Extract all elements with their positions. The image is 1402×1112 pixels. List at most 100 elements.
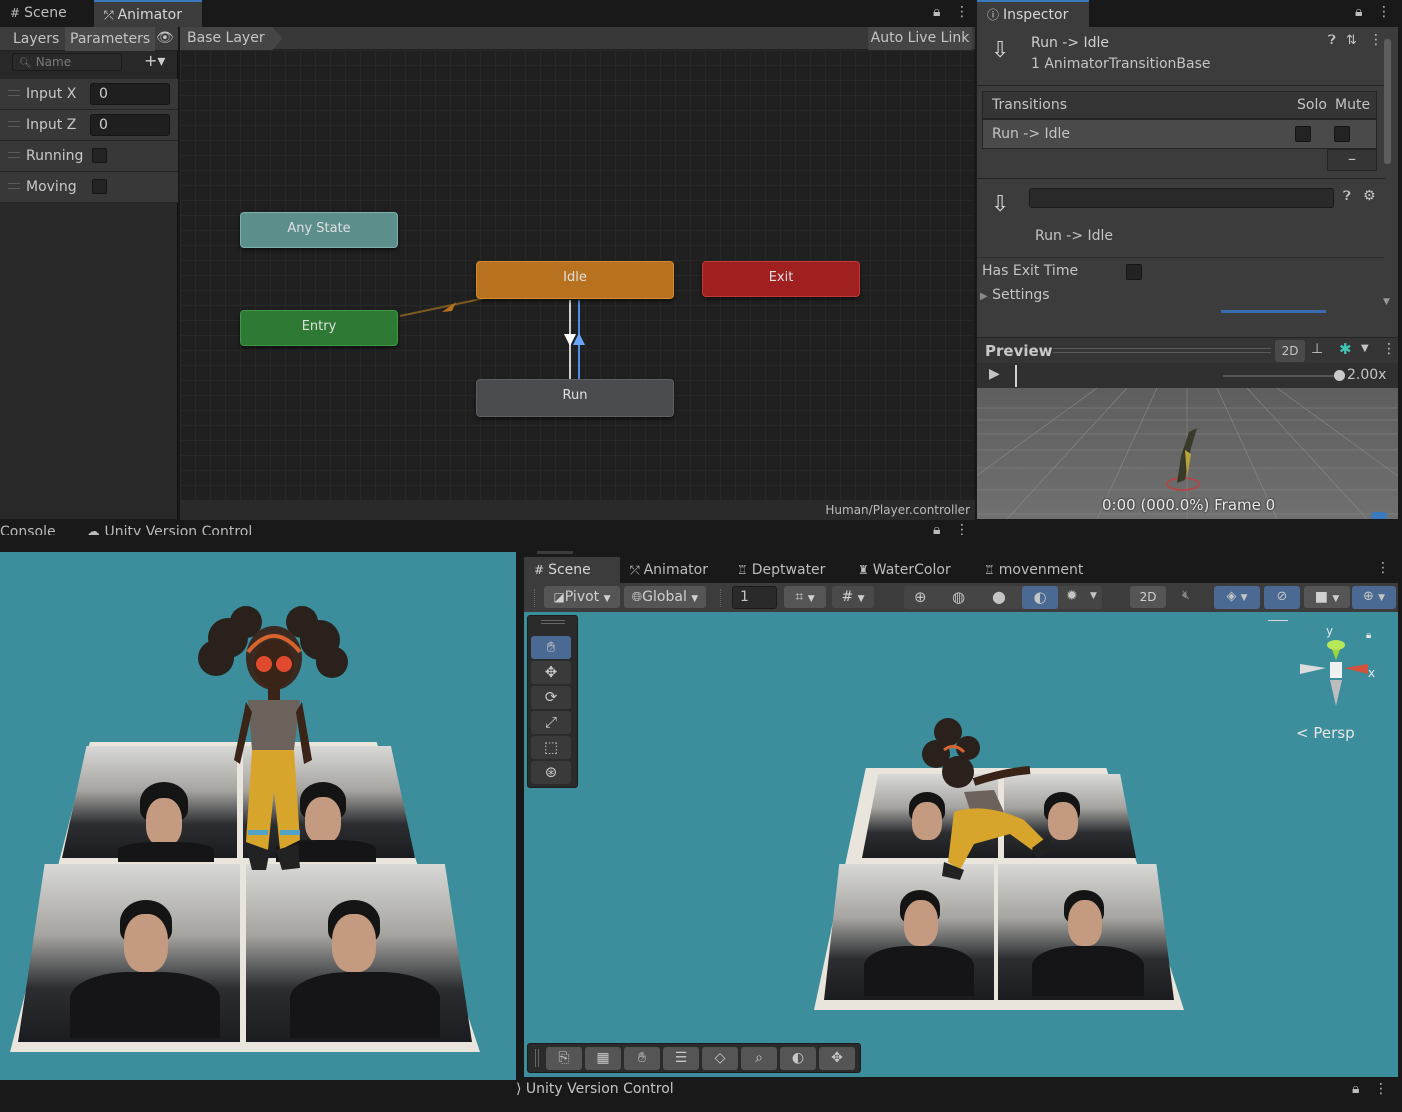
solo-checkbox[interactable] [1295, 126, 1311, 142]
more-menu-icon[interactable]: ⋮ [1377, 4, 1391, 20]
split-divider[interactable] [516, 546, 524, 1082]
chevron-down-icon[interactable]: ▼ [1361, 343, 1369, 354]
2d-toggle-button[interactable]: 2D [1130, 586, 1166, 608]
parameter-row[interactable]: Running [0, 141, 178, 172]
lock-icon[interactable]: 🔒︎ [1352, 1081, 1359, 1097]
transform-tool-icon[interactable]: ⊛ [531, 761, 571, 784]
has-exit-time-checkbox[interactable] [1126, 264, 1142, 280]
preview-viewport[interactable]: 0:00 (000.0%) Frame 0 [977, 388, 1398, 519]
inspector-scrollbar[interactable] [1384, 39, 1391, 164]
drag-handle-icon[interactable] [8, 183, 20, 189]
overlay-grip[interactable] [1268, 620, 1288, 624]
drag-handle-icon[interactable] [8, 152, 20, 158]
drag-handle-icon[interactable] [8, 90, 20, 96]
overlay-grip[interactable] [535, 1049, 539, 1067]
parameter-value-field[interactable]: 0 [90, 114, 170, 136]
global-dropdown[interactable]: 🌐︎Global ▼ [624, 586, 706, 608]
mute-checkbox[interactable] [1334, 126, 1350, 142]
unity-version-control-label[interactable]: ⟩ Unity Version Control [516, 1081, 674, 1097]
tab-parameters[interactable]: Parameters [65, 27, 156, 51]
lit-icon[interactable]: ◐ [1022, 586, 1058, 609]
parameter-bool-checkbox[interactable] [92, 148, 107, 163]
shaded-wireframe-icon[interactable]: ◍ [952, 588, 965, 606]
help-icon[interactable]: ❓︎ [1328, 33, 1336, 48]
state-idle[interactable]: Idle [476, 261, 674, 299]
tab-animator[interactable]: ⤱ Animator [620, 557, 718, 583]
parameter-row[interactable]: Moving [0, 172, 178, 203]
pivot-icon[interactable]: ⊥ [1311, 341, 1323, 357]
move-icon[interactable]: ✥ [819, 1047, 855, 1070]
state-run[interactable]: Run [476, 379, 674, 417]
entry-to-idle-transition[interactable] [399, 295, 496, 317]
more-menu-icon[interactable]: ⋮ [1374, 1081, 1388, 1097]
lighting-icon[interactable]: ◐ [780, 1047, 816, 1070]
play-icon[interactable]: ▶ [989, 366, 1000, 382]
tab-watercolor[interactable]: ♜ WaterColor [848, 557, 961, 583]
grid-visibility-button[interactable]: # ▼ [832, 586, 874, 608]
transition-list-item[interactable]: Run -> Idle [982, 119, 1377, 149]
timeline-cursor[interactable] [1015, 365, 1017, 387]
tab-scene[interactable]: # Scene [0, 0, 77, 27]
hand-icon[interactable]: ✋︎ [624, 1047, 660, 1070]
shaded-icon[interactable]: ● [992, 587, 1006, 606]
search-icon[interactable]: ⌕ [741, 1047, 777, 1070]
presets-icon[interactable]: ⇅ [1346, 33, 1357, 48]
audio-mute-icon[interactable]: 🔇︎ [1182, 588, 1190, 603]
more-menu-icon[interactable]: ⋮ [955, 4, 969, 20]
remove-transition-button[interactable]: – [1327, 149, 1377, 171]
tab-console[interactable]: Console [0, 524, 56, 535]
tab-animator[interactable]: ⤱ Animator [94, 0, 202, 27]
rect-tool-icon[interactable]: ⬚ [531, 736, 571, 759]
state-any-state[interactable]: Any State [240, 212, 398, 248]
camera-settings-button[interactable]: ■ ▼ [1304, 586, 1350, 608]
preview-drag-handle[interactable] [1053, 348, 1271, 353]
component-menu-icon[interactable]: ⋮ [1369, 32, 1383, 48]
auto-live-link-button[interactable]: Auto Live Link [868, 27, 972, 50]
gear-icon[interactable]: ⚙︎ [1363, 188, 1376, 204]
camera-view-icon[interactable]: ⎘ [546, 1047, 582, 1070]
overlay-grip[interactable] [541, 620, 565, 624]
effects-toggle-button[interactable]: ◈ ▼ [1214, 586, 1260, 609]
tab-layers[interactable]: Layers [8, 27, 64, 51]
speed-slider-thumb[interactable] [1334, 370, 1345, 381]
layers-icon[interactable]: ◇ [702, 1047, 738, 1070]
scale-tool-icon[interactable]: ⤢ [531, 711, 571, 734]
tab-inspector[interactable]: ⓘ Inspector [977, 0, 1089, 27]
parameter-bool-checkbox[interactable] [92, 179, 107, 194]
lock-icon[interactable]: 🔒︎ [933, 4, 940, 20]
preview-2d-button[interactable]: 2D [1275, 340, 1305, 362]
avatar-icon[interactable]: ✱ [1339, 340, 1352, 358]
lock-icon[interactable]: 🔒︎ [1366, 630, 1371, 641]
wireframe-icon[interactable]: ⊕ [914, 588, 927, 606]
eye-icon[interactable]: 👁︎ [156, 30, 174, 46]
lock-icon[interactable]: 🔒︎ [1355, 4, 1362, 20]
scene-viewport[interactable]: ✋︎ ✥ ⟳ ⤢ ⬚ ⊛ y x 🔒︎ < Persp ⎘ ▦ ✋︎ ☰ ◇ ⌕… [524, 612, 1398, 1077]
help-icon[interactable]: ❓︎ [1343, 189, 1351, 204]
more-menu-icon[interactable]: ⋮ [1382, 341, 1396, 357]
scroll-down-icon[interactable]: ▼ [1383, 297, 1390, 307]
game-view[interactable] [0, 552, 516, 1080]
parameter-value-field[interactable]: 0 [90, 83, 170, 105]
hand-tool-icon[interactable]: ✋︎ [531, 636, 571, 659]
perspective-toggle[interactable]: < Persp [1296, 724, 1355, 742]
state-exit[interactable]: Exit [702, 261, 860, 297]
gizmos-button[interactable]: ⊕ ▼ [1352, 586, 1396, 609]
breadcrumb[interactable]: Base Layer [180, 27, 283, 50]
parameter-row[interactable]: Input Z 0 [0, 110, 178, 141]
pivot-dropdown[interactable]: ◪Pivot ▼ [544, 586, 620, 608]
tab-unity-version-control[interactable]: ☁︎ Unity Version Control [86, 524, 252, 535]
tab-deptwater[interactable]: ♖ Deptwater [727, 557, 835, 583]
animator-graph[interactable]: Any State Entry Idle Exit Run [180, 50, 974, 500]
state-entry[interactable]: Entry [240, 310, 398, 346]
tab-movenment[interactable]: ♖ movenment [974, 557, 1093, 583]
tab-scene[interactable]: # Scene [524, 557, 620, 583]
debug-bug-icon[interactable]: ✹ [1066, 588, 1078, 604]
filter-icon[interactable]: ☰ [663, 1047, 699, 1070]
drag-handle-icon[interactable] [8, 121, 20, 127]
speed-slider[interactable] [1223, 375, 1335, 377]
move-tool-icon[interactable]: ✥ [531, 661, 571, 684]
add-parameter-button[interactable]: +▾ [144, 51, 165, 70]
settings-foldout[interactable]: ▶ Settings [980, 287, 1050, 303]
transition-name-field[interactable] [1029, 188, 1334, 208]
parameter-row[interactable]: Input X 0 [0, 79, 178, 110]
